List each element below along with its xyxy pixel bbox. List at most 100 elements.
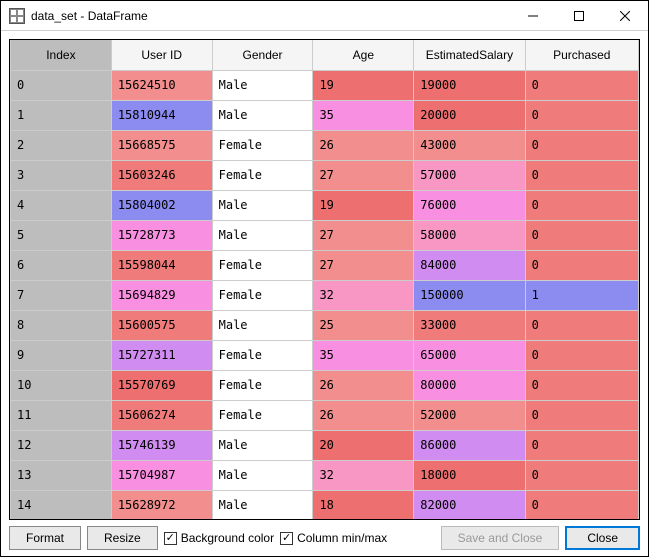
data-cell[interactable]: 25 <box>313 310 414 340</box>
data-cell[interactable]: Female <box>212 370 313 400</box>
data-cell[interactable]: 15570769 <box>111 370 212 400</box>
data-cell[interactable]: 32 <box>313 280 414 310</box>
column-header[interactable]: User ID <box>111 40 212 70</box>
data-cell[interactable]: Male <box>212 430 313 460</box>
data-cell[interactable]: 35 <box>313 100 414 130</box>
row-index-cell[interactable]: 6 <box>11 250 112 280</box>
row-index-cell[interactable]: 7 <box>11 280 112 310</box>
row-index-cell[interactable]: 0 <box>11 70 112 100</box>
maximize-button[interactable] <box>556 1 602 30</box>
data-cell[interactable]: 65000 <box>414 340 525 370</box>
data-cell[interactable]: 15603246 <box>111 160 212 190</box>
data-cell[interactable]: 0 <box>525 370 638 400</box>
data-cell[interactable]: 19 <box>313 70 414 100</box>
row-index-cell[interactable]: 11 <box>11 400 112 430</box>
data-cell[interactable]: 19000 <box>414 70 525 100</box>
data-cell[interactable]: 32 <box>313 460 414 490</box>
data-cell[interactable]: 1 <box>525 280 638 310</box>
data-cell[interactable]: 82000 <box>414 490 525 519</box>
row-index-cell[interactable]: 14 <box>11 490 112 519</box>
data-cell[interactable]: 0 <box>525 460 638 490</box>
data-cell[interactable]: 15598044 <box>111 250 212 280</box>
data-cell[interactable]: Male <box>212 100 313 130</box>
data-cell[interactable]: 0 <box>525 340 638 370</box>
table-row[interactable]: 1415628972Male18820000 <box>11 490 639 519</box>
data-cell[interactable]: Female <box>212 340 313 370</box>
data-cell[interactable]: 26 <box>313 130 414 160</box>
data-cell[interactable]: 19 <box>313 190 414 220</box>
row-index-cell[interactable]: 4 <box>11 190 112 220</box>
row-index-cell[interactable]: 10 <box>11 370 112 400</box>
data-cell[interactable]: Male <box>212 310 313 340</box>
data-cell[interactable]: 0 <box>525 490 638 519</box>
data-cell[interactable]: 15810944 <box>111 100 212 130</box>
data-cell[interactable]: Female <box>212 400 313 430</box>
data-cell[interactable]: 15624510 <box>111 70 212 100</box>
table-scroll[interactable]: IndexUser IDGenderAgeEstimatedSalaryPurc… <box>10 40 639 519</box>
data-cell[interactable]: Female <box>212 280 313 310</box>
column-minmax-checkbox[interactable]: ✓ Column min/max <box>280 531 387 545</box>
data-cell[interactable]: 15628972 <box>111 490 212 519</box>
data-cell[interactable]: Female <box>212 160 313 190</box>
table-row[interactable]: 1115606274Female26520000 <box>11 400 639 430</box>
format-button[interactable]: Format <box>9 526 81 550</box>
data-cell[interactable]: Male <box>212 220 313 250</box>
data-cell[interactable]: 52000 <box>414 400 525 430</box>
column-header[interactable]: Gender <box>212 40 313 70</box>
table-row[interactable]: 515728773Male27580000 <box>11 220 639 250</box>
background-color-checkbox[interactable]: ✓ Background color <box>164 531 274 545</box>
data-cell[interactable]: 0 <box>525 430 638 460</box>
data-cell[interactable]: 20 <box>313 430 414 460</box>
row-index-cell[interactable]: 2 <box>11 130 112 160</box>
table-row[interactable]: 415804002Male19760000 <box>11 190 639 220</box>
data-cell[interactable]: Male <box>212 190 313 220</box>
data-cell[interactable]: 84000 <box>414 250 525 280</box>
data-cell[interactable]: 27 <box>313 220 414 250</box>
data-cell[interactable]: 15704987 <box>111 460 212 490</box>
data-cell[interactable]: Male <box>212 70 313 100</box>
row-index-cell[interactable]: 3 <box>11 160 112 190</box>
data-cell[interactable]: 0 <box>525 160 638 190</box>
data-cell[interactable]: 57000 <box>414 160 525 190</box>
table-row[interactable]: 215668575Female26430000 <box>11 130 639 160</box>
data-cell[interactable]: 150000 <box>414 280 525 310</box>
data-cell[interactable]: Female <box>212 130 313 160</box>
data-cell[interactable]: 0 <box>525 400 638 430</box>
data-cell[interactable]: 80000 <box>414 370 525 400</box>
data-cell[interactable]: 33000 <box>414 310 525 340</box>
data-cell[interactable]: 0 <box>525 100 638 130</box>
table-row[interactable]: 615598044Female27840000 <box>11 250 639 280</box>
data-cell[interactable]: 15668575 <box>111 130 212 160</box>
row-index-cell[interactable]: 1 <box>11 100 112 130</box>
table-row[interactable]: 915727311Female35650000 <box>11 340 639 370</box>
table-row[interactable]: 715694829Female321500001 <box>11 280 639 310</box>
data-cell[interactable]: 0 <box>525 70 638 100</box>
data-cell[interactable]: 0 <box>525 130 638 160</box>
data-cell[interactable]: 26 <box>313 400 414 430</box>
data-cell[interactable]: 27 <box>313 250 414 280</box>
table-row[interactable]: 315603246Female27570000 <box>11 160 639 190</box>
data-cell[interactable]: 18 <box>313 490 414 519</box>
data-cell[interactable]: 86000 <box>414 430 525 460</box>
data-cell[interactable]: 15606274 <box>111 400 212 430</box>
close-window-button[interactable] <box>602 1 648 30</box>
data-cell[interactable]: 15694829 <box>111 280 212 310</box>
data-cell[interactable]: 15804002 <box>111 190 212 220</box>
data-cell[interactable]: 0 <box>525 220 638 250</box>
resize-button[interactable]: Resize <box>87 526 158 550</box>
table-row[interactable]: 015624510Male19190000 <box>11 70 639 100</box>
data-cell[interactable]: 20000 <box>414 100 525 130</box>
row-index-cell[interactable]: 9 <box>11 340 112 370</box>
table-row[interactable]: 1315704987Male32180000 <box>11 460 639 490</box>
minimize-button[interactable] <box>510 1 556 30</box>
table-row[interactable]: 815600575Male25330000 <box>11 310 639 340</box>
data-cell[interactable]: 58000 <box>414 220 525 250</box>
data-cell[interactable]: 15600575 <box>111 310 212 340</box>
data-cell[interactable]: 0 <box>525 250 638 280</box>
data-cell[interactable]: 0 <box>525 190 638 220</box>
close-button[interactable]: Close <box>565 526 640 550</box>
column-header[interactable]: Index <box>11 40 112 70</box>
data-cell[interactable]: Male <box>212 490 313 519</box>
data-cell[interactable]: Female <box>212 250 313 280</box>
table-row[interactable]: 115810944Male35200000 <box>11 100 639 130</box>
